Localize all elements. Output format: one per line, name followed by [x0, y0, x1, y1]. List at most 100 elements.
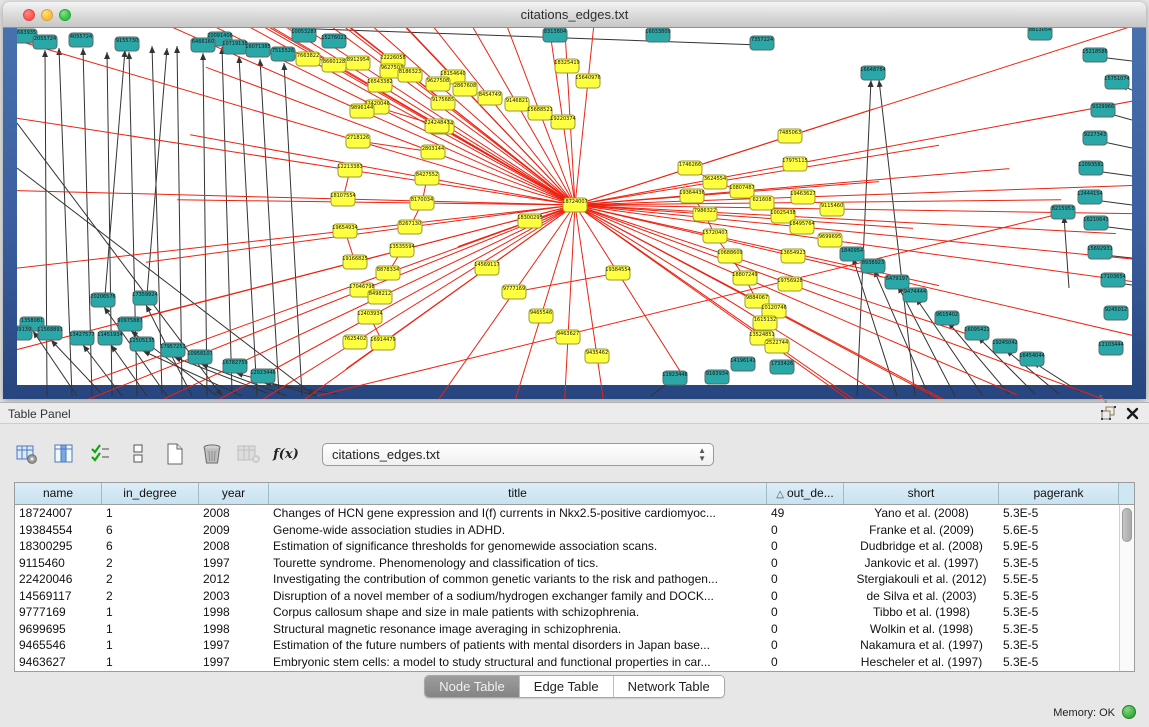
table-cell: 49 — [767, 505, 844, 522]
status-bar: Memory: OK — [0, 700, 1149, 727]
table-panel-titlebar[interactable]: ⤡ Table Panel — [0, 402, 1149, 424]
graph-node-label: 9474444 — [904, 289, 926, 295]
table-cell: Genome-wide association studies in ADHD. — [269, 522, 767, 539]
table-settings-icon[interactable] — [14, 441, 40, 467]
column-header-out_de[interactable]: △out_de... — [767, 483, 844, 504]
table-row[interactable]: 1872400712008Changes of HCN gene express… — [15, 505, 1134, 522]
table-row[interactable]: 946362711997Embryonic stem cells: a mode… — [15, 654, 1134, 671]
table-cell: 5.6E-5 — [999, 522, 1119, 539]
column-header-in_degree[interactable]: in_degree — [102, 483, 199, 504]
table-cell: 5.3E-5 — [999, 588, 1119, 605]
table-cell: 0 — [767, 538, 844, 555]
table-row[interactable]: 1830029562008Estimation of significance … — [15, 538, 1134, 555]
graph-node-label: 4055724 — [70, 34, 92, 40]
graph-node-label: 10053287 — [291, 29, 316, 35]
select-rows-icon[interactable] — [88, 441, 114, 467]
graph-node-label: 8313804 — [544, 29, 566, 35]
graph-node-label: 13427577 — [69, 332, 94, 338]
graph-node-label: 8912954 — [347, 57, 369, 63]
graph-node-label: 2803144 — [422, 146, 444, 152]
column-header-name[interactable]: name — [15, 483, 102, 504]
column-header-title[interactable]: title — [269, 483, 767, 504]
graph-node-label: 19756928 — [777, 278, 802, 284]
tab-network-table[interactable]: Network Table — [614, 676, 724, 697]
table-row[interactable]: 2242004622012Investigating the contribut… — [15, 571, 1134, 588]
table-row[interactable]: 911546021997Tourette syndrome. Phenomeno… — [15, 555, 1134, 572]
table-selector-value: citations_edges.txt — [332, 447, 440, 462]
graph-node-label: 9146821 — [506, 98, 528, 104]
graph-node-label: 10719138 — [222, 41, 247, 47]
table-selector-dropdown[interactable]: citations_edges.txt ▲▼ — [322, 443, 714, 466]
graph-node-label: 10025438 — [770, 210, 795, 216]
graph-node-label: 9163934 — [706, 371, 728, 377]
tab-edge-table[interactable]: Edge Table — [520, 676, 614, 697]
table-cell: 6 — [102, 522, 199, 539]
delete-table-icon[interactable] — [199, 441, 225, 467]
table-row[interactable]: 946554611997Estimation of the future num… — [15, 637, 1134, 654]
graph-node-label: 6479197 — [886, 276, 908, 282]
graph-node-label: 19166825 — [342, 256, 367, 262]
table-type-tabs: Node TableEdge TableNetwork Table — [0, 675, 1149, 698]
graph-node-label: 11568893 — [37, 327, 62, 333]
table-cell: 1 — [102, 654, 199, 671]
scrollbar-thumb[interactable] — [1122, 508, 1132, 542]
table-cell: 2008 — [199, 505, 269, 522]
table-cell: 5.3E-5 — [999, 555, 1119, 572]
graph-node-label: 9884067 — [746, 295, 768, 301]
graph-node-label: 15692931 — [1087, 246, 1112, 252]
graph-node-label: 18325419 — [554, 60, 579, 66]
table-cell: 19384554 — [15, 522, 102, 539]
graph-node-label: 1840954 — [841, 248, 863, 254]
table-cell: Nakamura et al. (1997) — [844, 637, 999, 654]
row-height-icon[interactable] — [125, 441, 151, 467]
column-header-pagerank[interactable]: pagerank — [999, 483, 1119, 504]
graph-node-label: 7515526 — [272, 48, 294, 54]
import-table-icon[interactable] — [236, 441, 262, 467]
graph-node-label: 18300295 — [517, 215, 542, 221]
table-header-row: namein_degreeyeartitle△out_de...shortpag… — [15, 483, 1134, 505]
table-row[interactable]: 969969511998Structural magnetic resonanc… — [15, 621, 1134, 638]
graph-node-label: 7986322 — [694, 208, 716, 214]
graph-node-label: 19245042 — [992, 340, 1017, 346]
graph-node-label: 15640976 — [575, 75, 600, 81]
graph-node-label: 17103654 — [1100, 274, 1125, 280]
graph-node-label: 9115460 — [821, 203, 843, 209]
graph-node-label: 14569117 — [474, 262, 499, 268]
tab-node-table[interactable]: Node Table — [425, 676, 520, 697]
graph-node-label: 16095422 — [964, 327, 989, 333]
table-row[interactable]: 1456911722003Disruption of a novel membe… — [15, 588, 1134, 605]
table-cell: 2012 — [199, 571, 269, 588]
window-titlebar[interactable]: citations_edges.txt — [3, 2, 1146, 28]
table-row[interactable]: 977716911998Corpus callosum shape and si… — [15, 604, 1134, 621]
graph-node-label: 12444154 — [1077, 191, 1102, 197]
citation-network-graph[interactable]: 1663935205572440557249155730200914061005… — [17, 28, 1132, 399]
graph-node-label: 12403934 — [357, 311, 382, 317]
float-window-icon[interactable] — [1101, 406, 1116, 421]
graph-node-label: 1939139 — [17, 327, 31, 333]
graph-node-label: 17957253 — [160, 344, 185, 350]
column-header-year[interactable]: year — [199, 483, 269, 504]
table-cell: Jankovic et al. (1997) — [844, 555, 999, 572]
column-header-short[interactable]: short — [844, 483, 999, 504]
network-canvas[interactable]: 1663935205572440557249155730200914061005… — [17, 28, 1132, 399]
table-cell: 0 — [767, 654, 844, 671]
table-cell: 5.9E-5 — [999, 538, 1119, 555]
new-table-icon[interactable] — [162, 441, 188, 467]
vertical-scrollbar[interactable] — [1119, 505, 1134, 671]
graph-node-label: 10807487 — [729, 185, 754, 191]
column-visibility-icon[interactable] — [51, 441, 77, 467]
function-builder-icon[interactable]: f(x) — [273, 441, 299, 467]
resize-cursor: ⤡ — [1099, 394, 1107, 405]
graph-node-label: 12213383 — [337, 164, 362, 170]
close-icon[interactable] — [1126, 407, 1139, 420]
graph-node-label: 10958107 — [187, 351, 212, 357]
table-cell: 2008 — [199, 538, 269, 555]
graph-node-label: 9329966 — [1092, 104, 1114, 110]
table-cell: 5.5E-5 — [999, 571, 1119, 588]
table-row[interactable]: 1938455462009Genome-wide association stu… — [15, 522, 1134, 539]
graph-node-label: 9627508 — [427, 78, 449, 84]
graph-node-label: 9615402 — [936, 312, 958, 318]
memory-ok-indicator[interactable] — [1122, 705, 1136, 719]
graph-node-label: 16543382 — [367, 79, 392, 85]
table-cell: 0 — [767, 555, 844, 572]
